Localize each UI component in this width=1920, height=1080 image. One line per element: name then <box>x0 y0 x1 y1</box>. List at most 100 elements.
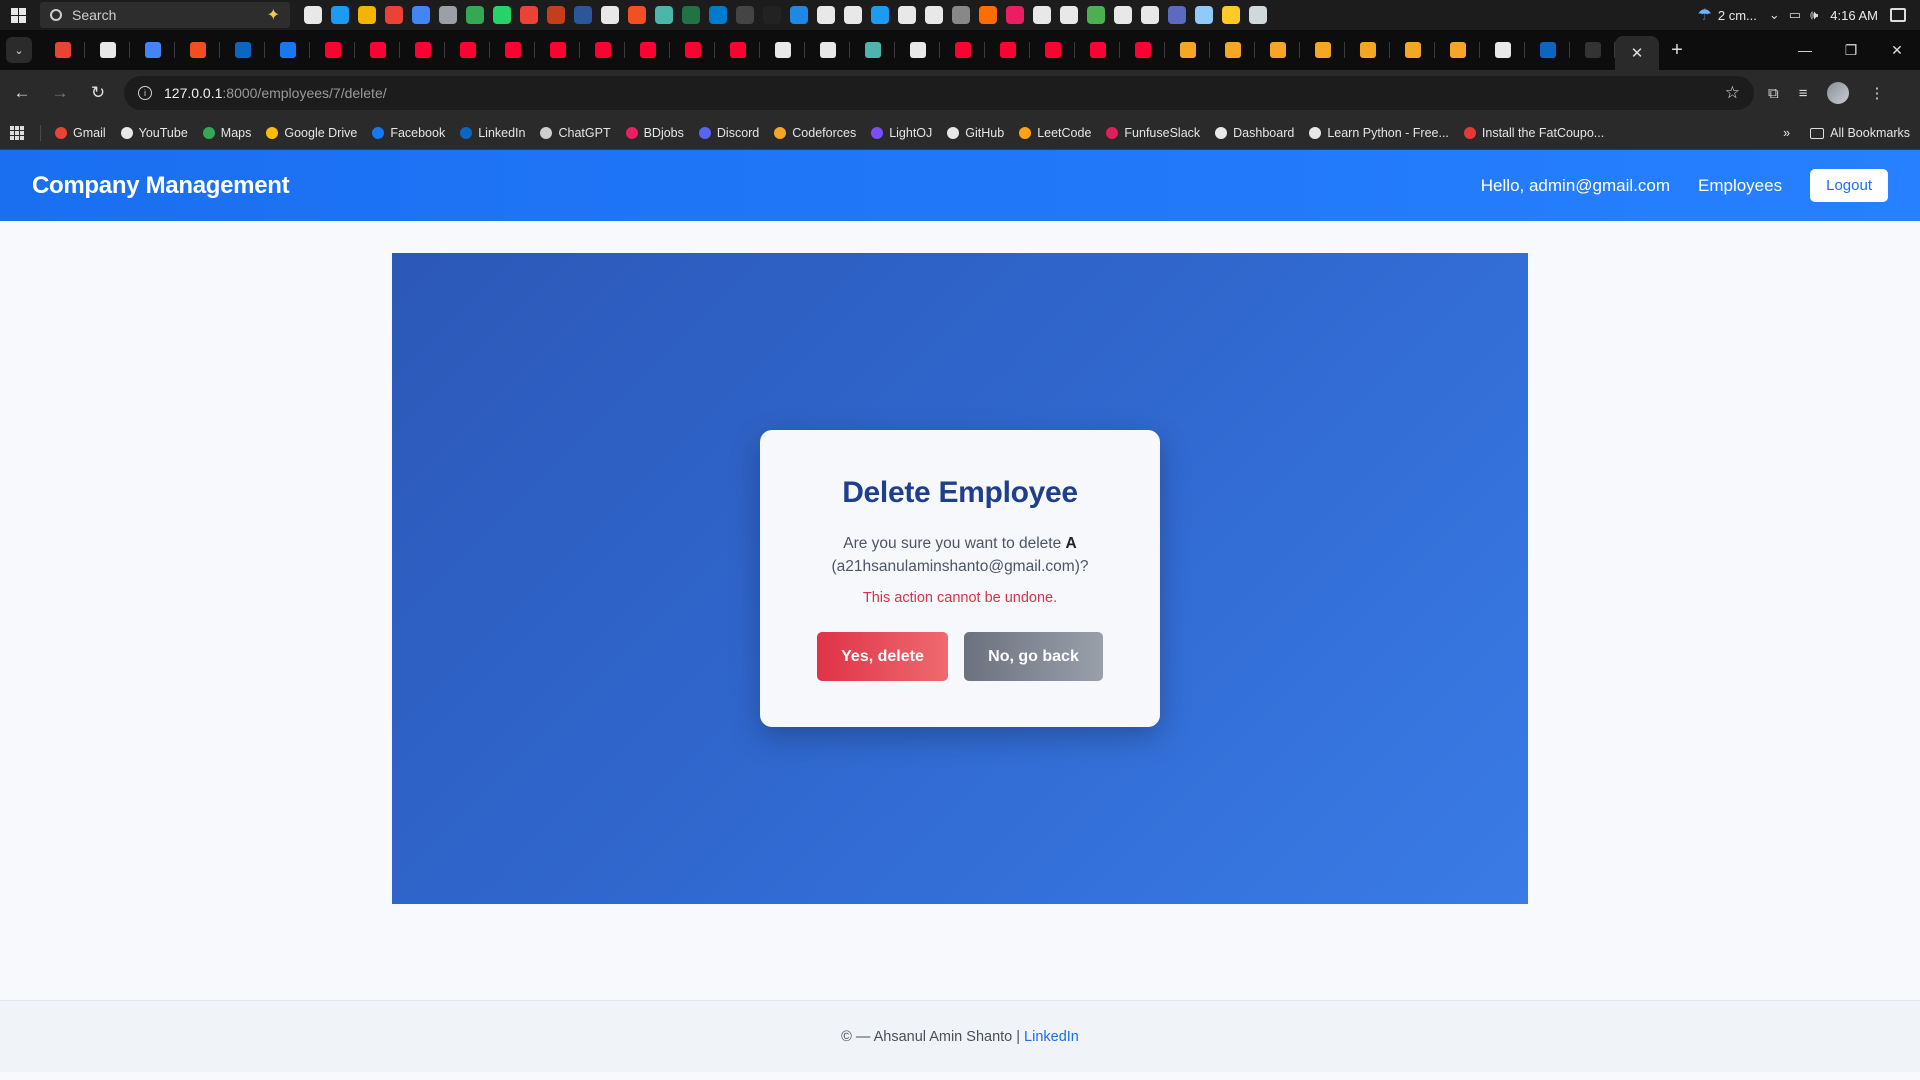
bookmark-item[interactable]: GitHub <box>947 126 1004 140</box>
nav-employees-link[interactable]: Employees <box>1698 176 1782 196</box>
browser-tab[interactable] <box>310 30 355 70</box>
browser-tab[interactable] <box>1570 30 1615 70</box>
taskbar-app-icon[interactable] <box>817 6 835 24</box>
confirm-delete-button[interactable]: Yes, delete <box>817 632 948 681</box>
browser-tab[interactable] <box>40 30 85 70</box>
chevron-up-icon[interactable]: ⌄ <box>1769 7 1780 23</box>
taskbar-app-icon[interactable] <box>682 6 700 24</box>
taskbar-search[interactable]: Search ✦ <box>40 2 290 28</box>
taskbar-app-icon[interactable] <box>1168 6 1186 24</box>
browser-tab[interactable] <box>265 30 310 70</box>
bookmark-item[interactable]: YouTube <box>120 126 188 140</box>
active-tab[interactable]: ✕ <box>1615 36 1659 70</box>
windows-start-button[interactable] <box>0 0 36 30</box>
bookmark-item[interactable]: LightOJ <box>871 126 932 140</box>
taskbar-app-icon[interactable] <box>1114 6 1132 24</box>
taskbar-app-icon[interactable] <box>898 6 916 24</box>
volume-icon[interactable]: 🕪 <box>1810 7 1818 23</box>
bookmark-star-icon[interactable]: ☆ <box>1725 83 1740 103</box>
browser-tab[interactable] <box>355 30 400 70</box>
browser-tab[interactable] <box>1300 30 1345 70</box>
taskbar-app-icon[interactable] <box>871 6 889 24</box>
taskbar-app-icon[interactable] <box>628 6 646 24</box>
bookmark-item[interactable]: Google Drive <box>266 126 357 140</box>
taskbar-app-icon[interactable] <box>439 6 457 24</box>
browser-tab[interactable] <box>445 30 490 70</box>
notification-icon[interactable] <box>1890 8 1906 22</box>
taskbar-app-icon[interactable] <box>574 6 592 24</box>
bookmark-item[interactable]: Codeforces <box>774 126 856 140</box>
bookmark-item[interactable]: FunfuseSlack <box>1106 126 1200 140</box>
all-bookmarks-button[interactable]: All Bookmarks <box>1810 126 1910 140</box>
close-window-icon[interactable]: ✕ <box>1874 30 1920 70</box>
browser-tab[interactable] <box>1165 30 1210 70</box>
taskbar-clock[interactable]: 4:16 AM <box>1830 8 1878 23</box>
chrome-menu-icon[interactable]: ⋮ <box>1869 84 1884 102</box>
taskbar-app-icon[interactable] <box>1141 6 1159 24</box>
browser-tab[interactable] <box>1255 30 1300 70</box>
browser-tab[interactable] <box>1075 30 1120 70</box>
bookmark-item[interactable]: Maps <box>202 126 251 140</box>
browser-tab[interactable] <box>940 30 985 70</box>
apps-grid-icon[interactable] <box>10 125 24 140</box>
browser-tab[interactable] <box>490 30 535 70</box>
taskbar-app-icon[interactable] <box>412 6 430 24</box>
taskbar-app-icon[interactable] <box>358 6 376 24</box>
bookmark-item[interactable]: Learn Python - Free... <box>1309 126 1449 140</box>
browser-tab[interactable] <box>1390 30 1435 70</box>
taskbar-app-icon[interactable] <box>844 6 862 24</box>
network-icon[interactable]: ▭ <box>1789 7 1801 23</box>
browser-tab[interactable] <box>400 30 445 70</box>
taskbar-app-icon[interactable] <box>1060 6 1078 24</box>
taskbar-app-icon[interactable] <box>385 6 403 24</box>
tab-search-button[interactable]: ⌄ <box>6 37 32 63</box>
taskbar-app-icon[interactable] <box>1222 6 1240 24</box>
bookmark-item[interactable]: LinkedIn <box>460 126 525 140</box>
browser-tab[interactable] <box>1210 30 1255 70</box>
minimize-icon[interactable]: — <box>1782 30 1828 70</box>
taskbar-app-icon[interactable] <box>979 6 997 24</box>
browser-tab[interactable] <box>625 30 670 70</box>
taskbar-app-icon[interactable] <box>925 6 943 24</box>
taskbar-app-icon[interactable] <box>1087 6 1105 24</box>
browser-tab[interactable] <box>130 30 175 70</box>
restore-icon[interactable]: ❐ <box>1828 30 1874 70</box>
browser-tab[interactable] <box>1435 30 1480 70</box>
browser-tab[interactable] <box>715 30 760 70</box>
browser-tab[interactable] <box>580 30 625 70</box>
back-icon[interactable]: ← <box>10 81 34 105</box>
browser-tab[interactable] <box>220 30 265 70</box>
taskbar-app-icon[interactable] <box>466 6 484 24</box>
close-tab-icon[interactable]: ✕ <box>1631 44 1644 62</box>
browser-tab[interactable] <box>175 30 220 70</box>
weather-widget[interactable]: ☂ 2 cm... <box>1698 5 1757 25</box>
taskbar-app-icon[interactable] <box>763 6 781 24</box>
taskbar-app-icon[interactable] <box>790 6 808 24</box>
address-bar[interactable]: i 127.0.0.1:8000/employees/7/delete/ ☆ <box>124 76 1754 110</box>
extensions-icon[interactable]: ⧉ <box>1768 85 1779 102</box>
browser-tab[interactable] <box>895 30 940 70</box>
logout-button[interactable]: Logout <box>1810 169 1888 202</box>
bookmark-item[interactable]: Dashboard <box>1215 126 1294 140</box>
taskbar-app-icon[interactable] <box>601 6 619 24</box>
taskbar-app-icon[interactable] <box>331 6 349 24</box>
bookmark-item[interactable]: Facebook <box>372 126 445 140</box>
taskbar-app-icon[interactable] <box>1033 6 1051 24</box>
taskbar-app-icon[interactable] <box>655 6 673 24</box>
bookmark-item[interactable]: Gmail <box>55 126 106 140</box>
taskbar-app-icon[interactable] <box>736 6 754 24</box>
browser-tab[interactable] <box>670 30 715 70</box>
profile-avatar[interactable] <box>1827 82 1850 104</box>
new-tab-button[interactable]: + <box>1659 30 1695 70</box>
bookmark-item[interactable]: Install the FatCoupo... <box>1463 126 1604 140</box>
browser-tab[interactable] <box>1030 30 1075 70</box>
taskbar-app-icon[interactable] <box>1249 6 1267 24</box>
browser-tab[interactable] <box>535 30 580 70</box>
footer-linkedin-link[interactable]: LinkedIn <box>1024 1029 1079 1045</box>
reload-icon[interactable]: ↻ <box>86 81 110 105</box>
browser-tab[interactable] <box>1120 30 1165 70</box>
bookmark-item[interactable]: Discord <box>698 126 759 140</box>
browser-tab[interactable] <box>1345 30 1390 70</box>
browser-tab[interactable] <box>850 30 895 70</box>
taskbar-app-icon[interactable] <box>1195 6 1213 24</box>
